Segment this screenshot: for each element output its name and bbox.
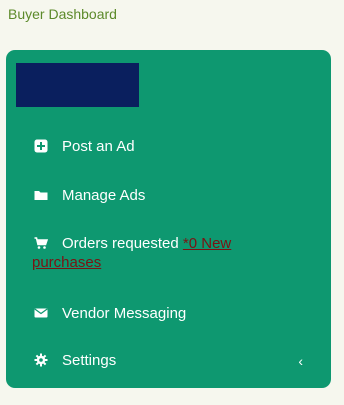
chevron-left-icon[interactable]: ‹ — [298, 352, 303, 370]
plus-square-icon — [34, 139, 48, 153]
menu-item-label: Post an Ad — [62, 138, 135, 155]
menu-item-manage-ads[interactable]: Manage Ads — [6, 187, 331, 207]
menu-item-vendor-messaging[interactable]: Vendor Messaging — [6, 305, 331, 325]
menu-item-label-wrap: Orders requested *0 New — [62, 235, 231, 253]
menu-item-post-ad[interactable]: Post an Ad — [6, 138, 331, 158]
menu-item-label: Settings — [62, 352, 117, 369]
envelope-icon — [34, 306, 48, 320]
sidebar-menu: Post an Ad Manage Ads Orders requested *… — [6, 50, 331, 388]
logo — [16, 63, 139, 107]
menu-item-label: Manage Ads — [62, 187, 146, 204]
gear-icon — [34, 353, 48, 367]
menu-item-label: Vendor Messaging — [62, 305, 187, 322]
page-title: Buyer Dashboard — [8, 6, 117, 22]
menu-item-orders[interactable]: Orders requested *0 New purchases — [6, 235, 331, 275]
new-purchases-link[interactable]: *0 New — [183, 235, 231, 252]
menu-item-label: Orders requested — [62, 235, 179, 252]
folder-icon — [34, 188, 48, 202]
cart-icon — [34, 236, 49, 250]
new-purchases-link-continued[interactable]: purchases — [32, 254, 101, 272]
menu-item-settings[interactable]: Settings ‹ — [6, 352, 331, 372]
